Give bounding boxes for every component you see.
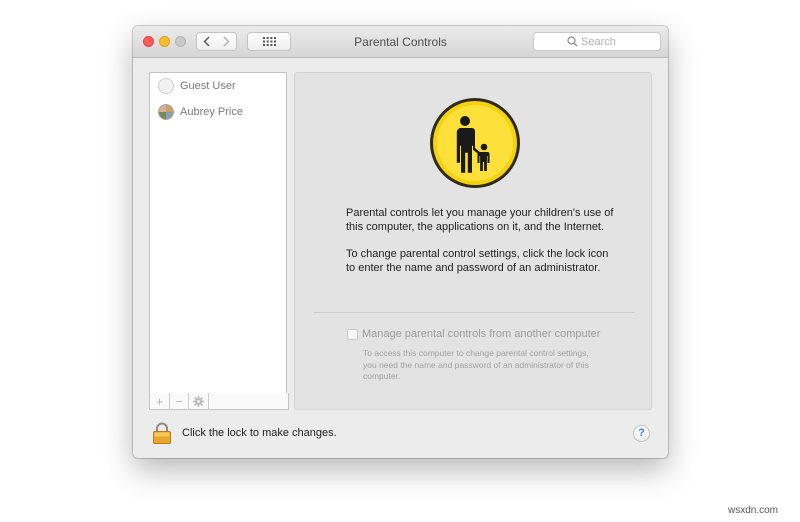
- lock-icon[interactable]: [153, 422, 171, 444]
- help-button[interactable]: ?: [633, 425, 650, 442]
- user-name: Guest User: [180, 80, 236, 92]
- watermark: wsxdn.com: [728, 505, 779, 516]
- divider: [313, 312, 635, 313]
- user-list-toolbar: + −: [149, 393, 289, 410]
- main-panel: Parental controls let you manage your ch…: [294, 72, 652, 410]
- avatar: [158, 78, 174, 94]
- manage-remotely-help-text: To access this computer to change parent…: [363, 348, 589, 381]
- intro-paragraph: Parental controls let you manage your ch…: [346, 207, 614, 233]
- user-name: Aubrey Price: [180, 106, 243, 118]
- search-input[interactable]: [581, 34, 651, 49]
- instructions-paragraph: To change parental control settings, cli…: [346, 248, 609, 274]
- search-field[interactable]: [533, 32, 661, 51]
- search-icon: [567, 36, 578, 47]
- action-button[interactable]: [189, 393, 209, 409]
- user-list-item-guest[interactable]: Guest User: [150, 73, 286, 99]
- title-bar: Parental Controls: [133, 26, 668, 58]
- remove-user-button[interactable]: −: [170, 393, 189, 409]
- user-list[interactable]: Guest User Aubrey Price: [149, 72, 287, 394]
- manage-remotely-checkbox[interactable]: [347, 329, 358, 340]
- avatar: [158, 104, 174, 120]
- manage-remotely-label: Manage parental controls from another co…: [362, 328, 601, 340]
- user-list-item-aubrey[interactable]: Aubrey Price: [150, 99, 286, 125]
- lock-label: Click the lock to make changes.: [182, 427, 337, 439]
- description-text: Parental controls let you manage your ch…: [346, 206, 616, 288]
- gear-icon: [193, 395, 204, 407]
- parental-controls-window: Parental Controls Guest User Aubrey Pric…: [133, 26, 668, 458]
- add-user-button[interactable]: +: [150, 393, 170, 409]
- parental-controls-icon: [430, 98, 520, 188]
